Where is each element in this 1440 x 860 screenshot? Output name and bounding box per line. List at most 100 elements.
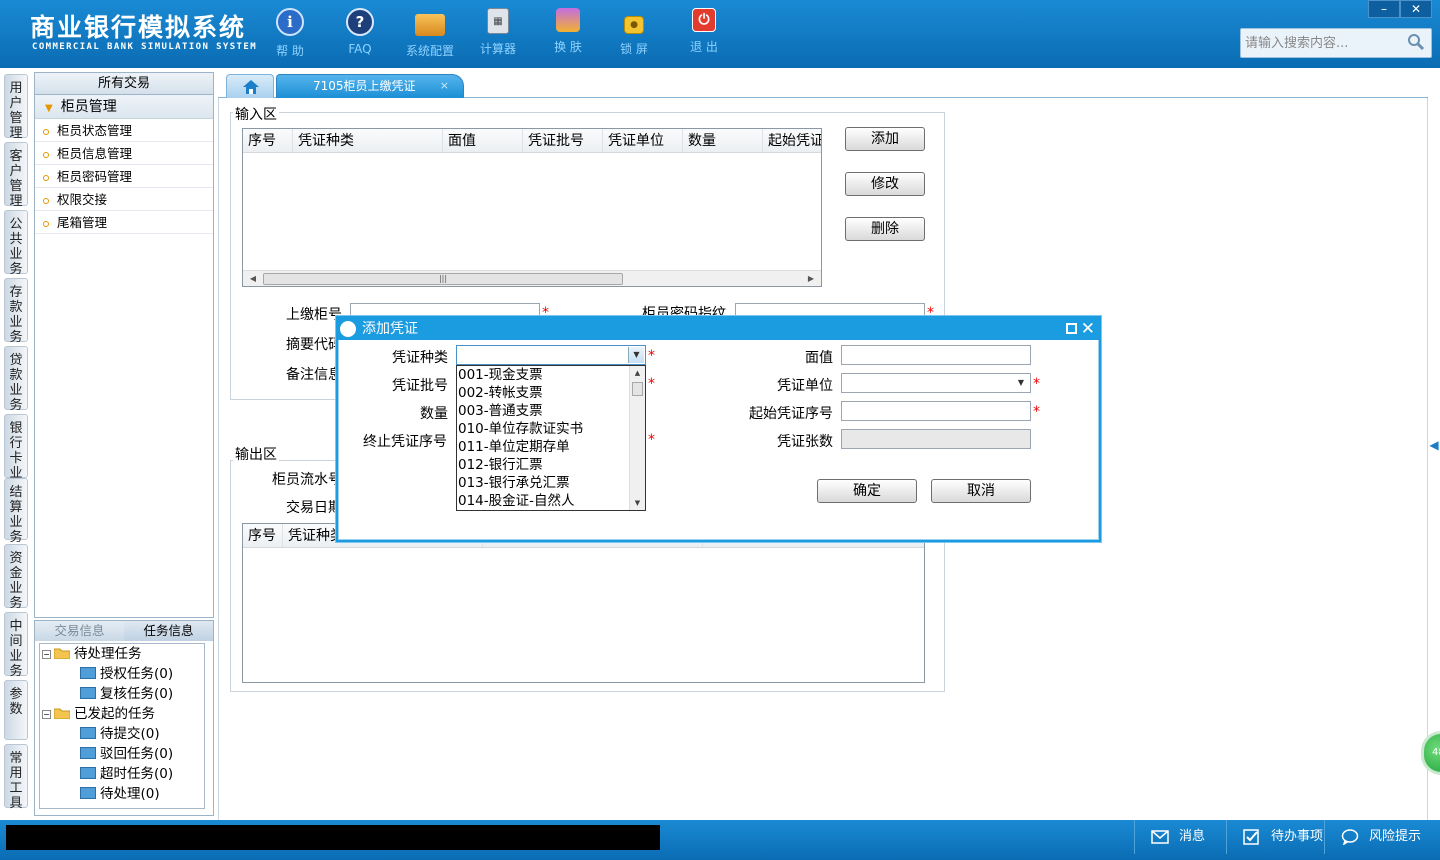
column-header[interactable]: 序号: [243, 524, 283, 547]
close-tab-icon[interactable]: ×: [440, 75, 449, 97]
search-input[interactable]: [1241, 29, 1401, 57]
dropdown-option[interactable]: 001-现金支票: [457, 366, 645, 384]
vtab-loan-business[interactable]: 贷款业务: [4, 346, 28, 413]
add-button[interactable]: 添加: [845, 127, 925, 151]
collapse-icon[interactable]: −: [42, 650, 51, 659]
search-icon[interactable]: [1407, 33, 1425, 51]
power-icon: ⏻: [692, 8, 716, 32]
mail-icon: [1151, 830, 1169, 844]
tab-task-info[interactable]: 任务信息: [124, 621, 213, 641]
dropdown-option[interactable]: 012-银行汇票: [457, 456, 645, 474]
sidebar-item-teller-status[interactable]: 柜员状态管理: [35, 119, 213, 142]
sidebar-item-teller-password[interactable]: 柜员密码管理: [35, 165, 213, 188]
close-window-button[interactable]: ✕: [1400, 0, 1432, 18]
column-header[interactable]: 序号: [243, 129, 293, 152]
window-controls: – ✕: [1368, 0, 1432, 18]
horizontal-scrollbar[interactable]: ◀ ||| ▶: [243, 270, 821, 286]
dropdown-option[interactable]: 011-单位定期存单: [457, 438, 645, 456]
delete-button[interactable]: 删除: [845, 217, 925, 241]
face-value-input[interactable]: [841, 345, 1031, 365]
tab-home[interactable]: [226, 74, 274, 98]
faq-button[interactable]: ? FAQ: [330, 8, 390, 56]
folder-icon: [54, 708, 70, 719]
edit-button[interactable]: 修改: [845, 172, 925, 196]
help-button[interactable]: i 帮 助: [260, 8, 320, 59]
start-sequence-input[interactable]: [841, 401, 1031, 421]
tab-7105-teller-voucher[interactable]: 7105柜员上缴凭证 ×: [276, 74, 464, 98]
collapse-panel-icon[interactable]: ◀: [1428, 425, 1440, 465]
tree-node-review-tasks[interactable]: 复核任务(0): [80, 684, 173, 704]
chevron-down-icon[interactable]: ▼: [628, 347, 644, 363]
quantity-label: 数量: [420, 406, 448, 422]
sidebar-title: 所有交易: [35, 73, 213, 95]
column-header[interactable]: 凭证单位: [603, 129, 683, 152]
calculator-button[interactable]: ▦ 计算器: [468, 8, 528, 57]
cancel-button[interactable]: 取消: [931, 479, 1031, 503]
scroll-up-icon[interactable]: ▲: [630, 366, 645, 380]
sidebar-item-tail-box[interactable]: 尾箱管理: [35, 211, 213, 234]
dropdown-option[interactable]: 013-银行承兑汇票: [457, 474, 645, 492]
vtab-public-business[interactable]: 公共业务: [4, 210, 28, 277]
close-icon[interactable]: ✕: [1081, 318, 1095, 340]
tree-node-auth-tasks[interactable]: 授权任务(0): [80, 664, 173, 684]
status-message-area: [6, 825, 660, 850]
tree-node-timeout[interactable]: 超时任务(0): [80, 764, 173, 784]
vtab-user-management[interactable]: 用户管理: [4, 74, 28, 141]
messages-button[interactable]: 消息: [1134, 820, 1226, 854]
tree-node-rejected[interactable]: 驳回任务(0): [80, 744, 173, 764]
vtab-parameters[interactable]: 参数: [4, 680, 28, 740]
vtab-bank-card-business[interactable]: 银行卡业务: [4, 414, 28, 496]
chevron-down-icon[interactable]: ▼: [1013, 375, 1029, 391]
scroll-thumb[interactable]: |||: [263, 273, 623, 285]
voucher-type-select[interactable]: ▼: [456, 345, 646, 365]
home-icon: [243, 80, 259, 94]
maximize-icon[interactable]: [1066, 323, 1077, 334]
column-header[interactable]: 凭证种类: [293, 129, 443, 152]
dropdown-option[interactable]: 002-转帐支票: [457, 384, 645, 402]
column-header[interactable]: 起始凭证: [763, 129, 821, 152]
tree-node-to-submit[interactable]: 待提交(0): [80, 724, 160, 744]
minimize-button[interactable]: –: [1368, 0, 1400, 18]
column-header[interactable]: 凭证批号: [523, 129, 603, 152]
chat-icon: [1341, 829, 1359, 845]
vtab-settlement-business[interactable]: 结算业务: [4, 478, 28, 545]
column-header[interactable]: 数量: [683, 129, 763, 152]
table-icon: [80, 747, 96, 759]
exit-button[interactable]: ⏻ 退 出: [674, 8, 734, 55]
voucher-unit-select[interactable]: ▼: [841, 373, 1031, 393]
column-header[interactable]: 面值: [443, 129, 523, 152]
confirm-button[interactable]: 确定: [817, 479, 917, 503]
scroll-down-icon[interactable]: ▼: [630, 496, 645, 510]
collapse-icon[interactable]: −: [42, 710, 51, 719]
dropdown-option[interactable]: 014-股金证-自然人: [457, 492, 645, 510]
vtab-customer-management[interactable]: 客户管理: [4, 142, 28, 209]
tree-node-pending-tasks[interactable]: − 待处理任务: [42, 644, 142, 664]
voucher-unit-label: 凭证单位: [777, 378, 833, 394]
tree-node-initiated-tasks[interactable]: − 已发起的任务: [42, 704, 155, 724]
scroll-thumb[interactable]: [632, 382, 643, 396]
skin-button[interactable]: 换 肤: [538, 8, 598, 55]
transaction-date-label: 交易日期: [286, 500, 342, 516]
circle-bullet-icon: [43, 197, 49, 204]
risk-alert-button[interactable]: 风险提示: [1324, 820, 1434, 854]
dialog-title: 添加凭证: [362, 321, 418, 337]
vertical-scrollbar[interactable]: ▲ ▼: [629, 366, 645, 510]
scroll-left-icon[interactable]: ◀: [245, 271, 261, 287]
sidebar-group-teller-management[interactable]: ▼ 柜员管理: [35, 95, 213, 119]
sidebar-item-teller-info[interactable]: 柜员信息管理: [35, 142, 213, 165]
system-config-button[interactable]: 系统配置: [400, 8, 460, 59]
tree-node-to-process[interactable]: 待处理(0): [80, 784, 160, 804]
dropdown-option[interactable]: 010-单位存款证实书: [457, 420, 645, 438]
tab-transaction-info[interactable]: 交易信息: [35, 621, 124, 641]
vtab-deposit-business[interactable]: 存款业务: [4, 278, 28, 345]
vtab-fund-business[interactable]: 资金业务: [4, 544, 28, 611]
scroll-right-icon[interactable]: ▶: [803, 271, 819, 287]
lock-screen-button[interactable]: ● 锁 屏: [604, 8, 664, 57]
sidebar-item-permission-handover[interactable]: 权限交接: [35, 188, 213, 211]
lock-icon: ●: [624, 16, 644, 34]
todo-button[interactable]: 待办事项: [1226, 820, 1324, 854]
vtab-intermediary-business[interactable]: 中间业务: [4, 612, 28, 679]
dropdown-option[interactable]: 003-普通支票: [457, 402, 645, 420]
required-mark: *: [648, 376, 655, 392]
vtab-common-tools[interactable]: 常用工具: [4, 744, 28, 811]
